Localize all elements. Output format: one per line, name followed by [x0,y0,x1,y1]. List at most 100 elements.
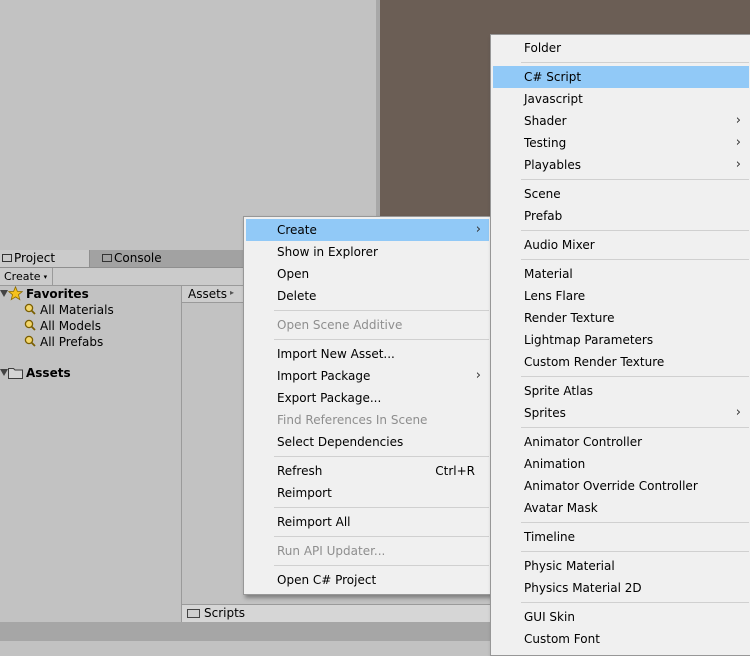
create-item-material[interactable]: Material [493,263,749,285]
menu-item-import-new-asset[interactable]: Import New Asset... [246,343,489,365]
menu-separator [521,230,749,231]
tree-item-all-materials[interactable]: All Materials [0,302,180,318]
create-item-physics-material-2d[interactable]: Physics Material 2D [493,577,749,599]
create-dropdown-label: Create [4,270,41,283]
create-item-folder[interactable]: Folder [493,37,749,59]
menu-separator [521,551,749,552]
menu-item-label: Render Texture [524,311,615,325]
menu-item-run-api-updater: Run API Updater... [246,540,489,562]
breadcrumb-assets[interactable]: Assets [188,287,227,301]
menu-item-show-in-explorer[interactable]: Show in Explorer [246,241,489,263]
expand-triangle-icon[interactable] [0,369,8,376]
submenu-arrow-icon: › [735,157,741,172]
create-dropdown[interactable]: Create ▾ [0,268,54,285]
folder-icon [187,609,200,618]
create-item-shader[interactable]: Shader › [493,110,749,132]
create-item-sprites[interactable]: Sprites › [493,402,749,424]
menu-separator [521,522,749,523]
menu-item-label: Select Dependencies [277,435,404,449]
menu-separator [274,507,489,508]
create-item-lightmap-parameters[interactable]: Lightmap Parameters [493,329,749,351]
create-item-avatar-mask[interactable]: Avatar Mask [493,497,749,519]
tree-item-favorites[interactable]: Favorites [0,286,180,302]
menu-item-label: Open Scene Additive [277,318,403,332]
create-item-audio-mixer[interactable]: Audio Mixer [493,234,749,256]
menu-item-label: Export Package... [277,391,382,405]
menu-item-label: Testing [524,136,567,150]
tab-console[interactable]: Console [100,250,190,267]
folder-icon [2,254,12,262]
create-item-render-texture[interactable]: Render Texture [493,307,749,329]
menu-item-label: Prefab [524,209,563,223]
menu-separator [274,565,489,566]
tree-label-assets: Assets [26,366,71,380]
expand-triangle-icon[interactable] [0,290,8,297]
menu-item-create[interactable]: Create › [246,219,489,241]
create-item-custom-font[interactable]: Custom Font [493,628,749,650]
menu-item-import-package[interactable]: Import Package › [246,365,489,387]
create-item-physic-material[interactable]: Physic Material [493,555,749,577]
menu-item-export-package[interactable]: Export Package... [246,387,489,409]
create-item-lens-flare[interactable]: Lens Flare [493,285,749,307]
hierarchy-pane [0,0,376,250]
menu-item-label: Run API Updater... [277,544,386,558]
menu-item-select-dependencies[interactable]: Select Dependencies [246,431,489,453]
menu-item-label: GUI Skin [524,610,575,624]
menu-separator [274,339,489,340]
menu-item-label: Avatar Mask [524,501,598,515]
tree-item-all-prefabs[interactable]: All Prefabs [0,334,180,350]
menu-item-label: Javascript [524,92,583,106]
tab-project[interactable]: Project [0,250,90,267]
menu-item-label: Lens Flare [524,289,586,303]
tree-label: All Models [40,319,101,333]
submenu-arrow-icon: › [475,368,481,383]
tab-project-label: Project [14,251,56,265]
menu-item-reimport-all[interactable]: Reimport All [246,511,489,533]
create-item-c-script[interactable]: C# Script [493,66,749,88]
menu-item-reimport[interactable]: Reimport [246,482,489,504]
menu-item-label: Reimport All [277,515,351,529]
path-label: Scripts [204,606,246,620]
menu-separator [274,310,489,311]
menu-item-label: Folder [524,41,562,55]
create-submenu: Folder C# Script Javascript Shader › Testing ›… [490,34,750,656]
menu-item-label: Shader [524,114,567,128]
create-item-animator-override-controller[interactable]: Animator Override Controller [493,475,749,497]
submenu-arrow-icon: › [735,405,741,420]
menu-item-delete[interactable]: Delete [246,285,489,307]
create-item-custom-render-texture[interactable]: Custom Render Texture [493,351,749,373]
create-item-testing[interactable]: Testing › [493,132,749,154]
menu-item-refresh[interactable]: Refresh Ctrl+R [246,460,489,482]
create-item-animation[interactable]: Animation [493,453,749,475]
menu-item-label: Material [524,267,573,281]
menu-item-label: Animation [524,457,586,471]
menu-item-label: Timeline [524,530,576,544]
submenu-arrow-icon: › [475,222,481,237]
menu-item-label: Refresh [277,464,323,478]
tree-item-all-models[interactable]: All Models [0,318,180,334]
create-item-javascript[interactable]: Javascript [493,88,749,110]
menu-item-find-references-in-scene: Find References In Scene [246,409,489,431]
create-item-prefab[interactable]: Prefab [493,205,749,227]
star-icon [8,286,23,301]
create-item-scene[interactable]: Scene [493,183,749,205]
menu-item-open-c-project[interactable]: Open C# Project [246,569,489,591]
menu-item-label: Scene [524,187,561,201]
search-filter-icon [24,335,36,347]
menu-item-label: Delete [277,289,317,303]
menu-separator [521,259,749,260]
menu-item-open[interactable]: Open [246,263,489,285]
create-item-sprite-atlas[interactable]: Sprite Atlas [493,380,749,402]
menu-separator [521,427,749,428]
create-item-playables[interactable]: Playables › [493,154,749,176]
menu-item-label: Animator Controller [524,435,643,449]
search-filter-icon [24,303,36,315]
create-item-animator-controller[interactable]: Animator Controller [493,431,749,453]
menu-item-label: C# Script [524,70,582,84]
menu-item-label: Physics Material 2D [524,581,642,595]
tab-console-label: Console [114,251,162,265]
menu-shortcut: Ctrl+R [435,464,475,478]
create-item-timeline[interactable]: Timeline [493,526,749,548]
create-item-gui-skin[interactable]: GUI Skin [493,606,749,628]
tree-item-assets[interactable]: Assets [0,365,180,381]
